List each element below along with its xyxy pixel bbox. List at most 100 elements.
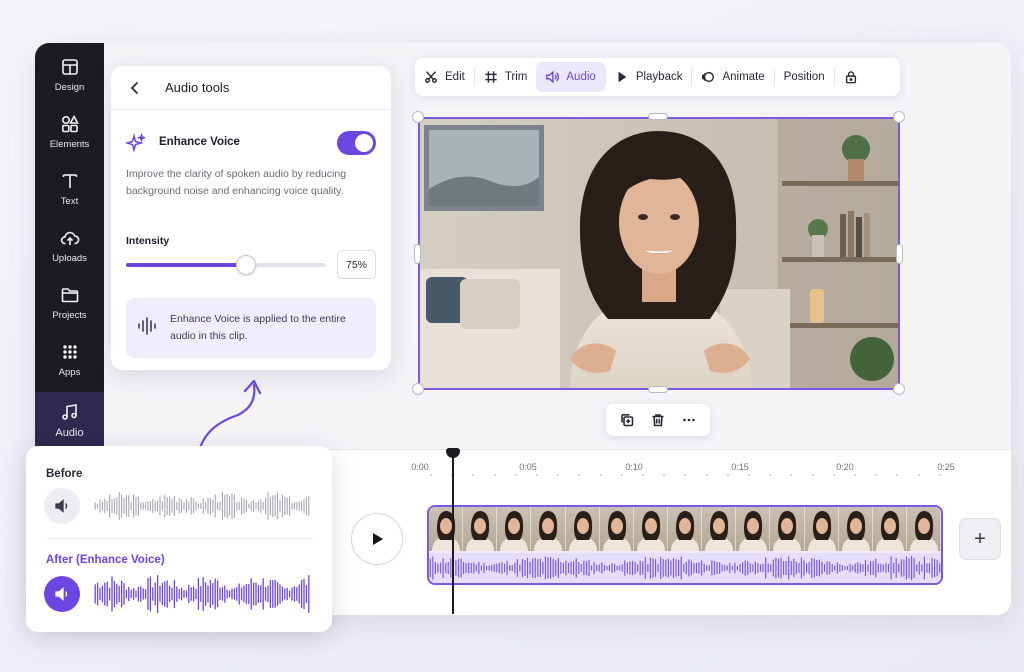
enhance-voice-toggle[interactable] bbox=[337, 131, 376, 155]
thumbnail-frame-image bbox=[534, 511, 563, 551]
resize-handle[interactable] bbox=[893, 383, 905, 395]
sidebar-item-audio[interactable]: Audio bbox=[35, 392, 104, 448]
clip-thumbnail bbox=[497, 507, 532, 551]
intensity-slider[interactable] bbox=[126, 255, 326, 275]
after-waveform bbox=[94, 574, 310, 614]
intensity-slider-fill bbox=[126, 263, 246, 267]
clip-thumbnail bbox=[565, 507, 600, 551]
edit-button[interactable]: Edit bbox=[415, 62, 474, 92]
timeline-tick: 0:00 bbox=[411, 462, 429, 472]
audio-button[interactable]: Audio bbox=[536, 62, 605, 92]
clip-thumbnail bbox=[838, 507, 873, 551]
sidebar-item-text[interactable]: Text bbox=[35, 163, 104, 215]
timeline-tick: 0:10 bbox=[625, 462, 643, 472]
back-button[interactable] bbox=[125, 78, 145, 98]
enhance-voice-label: Enhance Voice bbox=[159, 136, 240, 148]
after-label: After (Enhance Voice) bbox=[46, 554, 165, 566]
sidebar-item-apps[interactable]: Apps bbox=[35, 334, 104, 386]
video-clip-track[interactable] bbox=[427, 505, 943, 585]
sidebar-item-projects[interactable]: Projects bbox=[35, 277, 104, 329]
resize-handle[interactable] bbox=[648, 113, 668, 120]
layout-icon bbox=[61, 59, 78, 75]
ruler-dot bbox=[536, 474, 538, 476]
waveform-icon bbox=[136, 315, 158, 337]
ruler-dot bbox=[811, 474, 814, 476]
thumbnail-frame-image bbox=[773, 511, 802, 551]
resize-handle[interactable] bbox=[412, 111, 424, 123]
animate-label: Animate bbox=[722, 71, 765, 83]
thumbnail-frame-image bbox=[602, 511, 631, 551]
panel-title: Audio tools bbox=[165, 80, 230, 95]
music-note-icon bbox=[61, 403, 77, 420]
play-icon bbox=[618, 71, 627, 83]
sidebar-item-design[interactable]: Design bbox=[35, 49, 104, 101]
sidebar-item-label: Projects bbox=[52, 310, 87, 321]
clip-audio-waveform bbox=[429, 553, 941, 583]
thumbnail-frame-image bbox=[875, 511, 904, 551]
thumbnail-frame-image bbox=[670, 511, 699, 551]
panel-header: Audio tools bbox=[111, 66, 391, 110]
thumbnail-frame-image bbox=[705, 511, 734, 551]
ruler-dot bbox=[642, 474, 644, 476]
playhead[interactable] bbox=[452, 452, 454, 614]
intensity-slider-thumb[interactable] bbox=[236, 255, 256, 275]
clip-thumbnails bbox=[429, 507, 941, 551]
duplicate-icon bbox=[621, 414, 634, 427]
info-callout: Enhance Voice is applied to the entire a… bbox=[126, 298, 376, 358]
ruler-dot bbox=[726, 474, 729, 476]
sidebar-item-label: Apps bbox=[58, 367, 81, 378]
intensity-label: Intensity bbox=[126, 235, 170, 247]
position-button[interactable]: Position bbox=[775, 62, 834, 92]
position-label: Position bbox=[783, 71, 825, 83]
thumbnail-frame-image bbox=[466, 511, 495, 551]
clip-thumbnail bbox=[702, 507, 737, 551]
cloud-upload-icon bbox=[60, 231, 79, 245]
add-clip-button[interactable]: + bbox=[959, 518, 1001, 560]
video-preview[interactable] bbox=[418, 117, 900, 390]
timeline-tick: 0:15 bbox=[731, 462, 749, 472]
animate-button[interactable]: Animate bbox=[692, 62, 773, 92]
lock-icon bbox=[845, 71, 856, 84]
clip-thumbnail bbox=[872, 507, 907, 551]
text-icon bbox=[62, 174, 77, 188]
sidebar-item-label: Design bbox=[54, 82, 85, 93]
thumbnail-frame-image bbox=[909, 511, 938, 551]
more-button[interactable] bbox=[676, 407, 702, 433]
resize-handle[interactable] bbox=[648, 386, 668, 393]
thumbnail-frame-image bbox=[807, 511, 836, 551]
resize-handle[interactable] bbox=[412, 383, 424, 395]
lock-button[interactable] bbox=[835, 62, 867, 92]
element-actions bbox=[606, 404, 710, 436]
delete-button[interactable] bbox=[645, 407, 671, 433]
clip-thumbnail bbox=[429, 507, 464, 551]
audio-label: Audio bbox=[566, 71, 596, 83]
video-frame-image bbox=[420, 119, 898, 388]
trim-button[interactable]: Trim bbox=[475, 62, 537, 92]
sidebar-item-elements[interactable]: Elements bbox=[35, 106, 104, 158]
crop-icon bbox=[485, 71, 497, 83]
intensity-value-field[interactable]: 75% bbox=[337, 250, 376, 279]
context-toolbar: Edit Trim Audio Playback Animate Positio… bbox=[415, 58, 900, 96]
play-button[interactable] bbox=[351, 513, 403, 565]
play-before-button[interactable] bbox=[44, 488, 80, 524]
more-icon bbox=[682, 418, 695, 422]
resize-handle[interactable] bbox=[893, 111, 905, 123]
playback-button[interactable]: Playback bbox=[606, 62, 692, 92]
ruler-dot bbox=[917, 474, 920, 476]
ruler-dot bbox=[620, 474, 623, 476]
edit-label: Edit bbox=[445, 71, 465, 83]
ruler-dot bbox=[514, 474, 517, 476]
info-text: Enhance Voice is applied to the entire a… bbox=[170, 313, 346, 342]
grid-icon bbox=[62, 345, 77, 359]
audio-tools-panel: Audio tools Enhance Voice Improve the cl… bbox=[111, 66, 391, 370]
timeline-tick: 0:05 bbox=[519, 462, 537, 472]
sidebar-item-label: Audio bbox=[55, 426, 84, 439]
play-after-button[interactable] bbox=[44, 576, 80, 612]
resize-handle[interactable] bbox=[414, 244, 421, 264]
before-after-card: Before After (Enhance Voice) bbox=[26, 446, 332, 632]
duplicate-button[interactable] bbox=[614, 407, 640, 433]
thumbnail-frame-image bbox=[500, 511, 529, 551]
resize-handle[interactable] bbox=[896, 244, 903, 264]
sidebar-item-label: Text bbox=[60, 196, 79, 207]
sidebar-item-uploads[interactable]: Uploads bbox=[35, 220, 104, 272]
